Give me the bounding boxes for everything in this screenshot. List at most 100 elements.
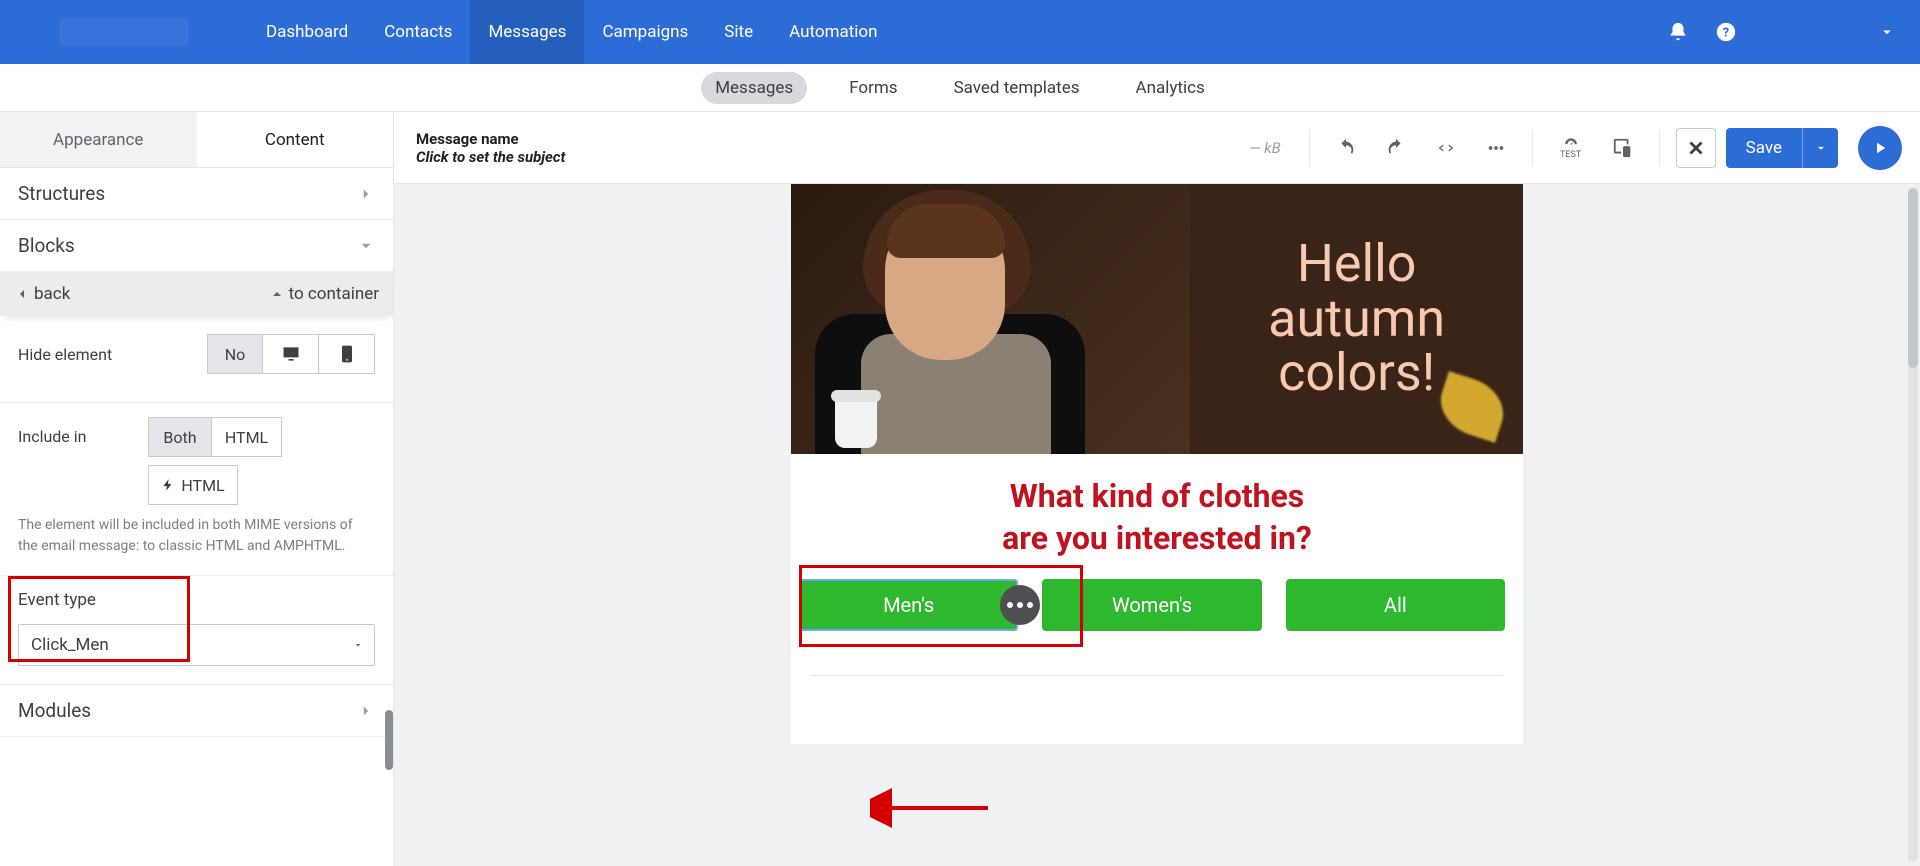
to-container-label: to container — [289, 284, 379, 304]
tab-content[interactable]: Content — [197, 112, 394, 167]
hero-block[interactable]: Hello autumn colors! — [791, 184, 1523, 454]
cta-mens-button[interactable]: Men's — [799, 579, 1018, 631]
section-blocks[interactable]: Blocks — [0, 220, 393, 272]
lightning-icon — [161, 478, 175, 492]
app-logo[interactable] — [59, 18, 189, 46]
question-block[interactable]: What kind of clothes are you interested … — [791, 454, 1523, 569]
subnav-saved-templates[interactable]: Saved templates — [940, 72, 1094, 104]
message-size: — kB — [1249, 139, 1281, 157]
help-icon: ? — [1715, 21, 1737, 43]
question-line-1: What kind of clothes — [811, 476, 1503, 518]
back-row: back to container — [0, 272, 393, 316]
test-button[interactable]: TEST — [1549, 128, 1593, 168]
hero-text: Hello autumn colors! — [1190, 184, 1523, 454]
include-in-label: Include in — [18, 417, 148, 446]
back-label: back — [34, 284, 70, 304]
desktop-icon — [281, 344, 301, 364]
email-canvas[interactable]: Hello autumn colors! What kind of clothe… — [791, 184, 1523, 744]
devices-icon — [1612, 137, 1634, 159]
event-type-panel: Event type Click_Men — [0, 576, 393, 685]
leaf-decoration — [1432, 371, 1511, 443]
top-nav: Dashboard Contacts Messages Campaigns Si… — [0, 0, 1920, 64]
event-type-select[interactable]: Click_Men — [18, 624, 375, 666]
sidebar: Appearance Content Structures Blocks bac… — [0, 112, 394, 866]
hide-no-button[interactable]: No — [207, 334, 263, 374]
message-name-label: Message name — [416, 130, 565, 148]
hide-desktop-button[interactable] — [263, 334, 319, 374]
canvas-scrollbar-thumb[interactable] — [1908, 188, 1918, 368]
nav-messages[interactable]: Messages — [470, 0, 584, 64]
save-dropdown-button[interactable] — [1802, 128, 1838, 168]
bell-icon — [1667, 21, 1689, 43]
chevron-right-icon — [357, 185, 375, 203]
cta-all-button[interactable]: All — [1286, 579, 1505, 631]
redo-icon — [1385, 137, 1407, 159]
hide-element-label: Hide element — [18, 345, 148, 364]
event-type-label: Event type — [18, 590, 375, 610]
toolbar: Message name Click to set the subject — … — [394, 112, 1920, 184]
section-structures-label: Structures — [18, 182, 105, 205]
code-icon — [1435, 137, 1457, 159]
element-menu-button[interactable] — [1000, 585, 1040, 625]
tab-appearance[interactable]: Appearance — [0, 112, 197, 167]
close-button[interactable] — [1676, 128, 1716, 168]
section-modules-label: Modules — [18, 699, 91, 722]
sidebar-tabs: Appearance Content — [0, 112, 393, 168]
include-in-group-2: HTML — [148, 465, 282, 505]
nav-site[interactable]: Site — [706, 0, 771, 64]
hero-line-2: autumn — [1268, 292, 1445, 347]
message-meta[interactable]: Message name Click to set the subject — [416, 130, 565, 166]
test-label: TEST — [1560, 150, 1581, 160]
hide-mobile-button[interactable] — [319, 334, 375, 374]
redo-button[interactable] — [1376, 128, 1416, 168]
hero-image-illustration — [791, 184, 1190, 454]
back-button[interactable]: back — [14, 284, 70, 304]
notifications-button[interactable] — [1654, 8, 1702, 56]
play-icon — [1871, 139, 1889, 157]
more-button[interactable] — [1476, 128, 1516, 168]
include-amp-html-button[interactable]: HTML — [148, 465, 238, 505]
to-container-button[interactable]: to container — [269, 284, 379, 304]
cta-womens-button[interactable]: Women's — [1042, 579, 1261, 631]
subnav-forms[interactable]: Forms — [835, 72, 911, 104]
help-button[interactable]: ? — [1702, 8, 1750, 56]
nav-campaigns[interactable]: Campaigns — [584, 0, 706, 64]
undo-icon — [1335, 137, 1357, 159]
nav-automation[interactable]: Automation — [771, 0, 895, 64]
hide-element-panel: Hide element No — [0, 316, 393, 403]
save-button[interactable]: Save — [1726, 128, 1838, 168]
preview-button[interactable] — [1603, 128, 1643, 168]
code-view-button[interactable] — [1426, 128, 1466, 168]
chevron-down-icon — [1878, 23, 1896, 41]
nav-dashboard[interactable]: Dashboard — [248, 0, 366, 64]
sidebar-scrollbar-thumb[interactable] — [385, 710, 393, 770]
include-in-group-1: Both HTML — [148, 417, 282, 457]
sub-nav: Messages Forms Saved templates Analytics — [0, 64, 1920, 112]
gauge-icon — [1561, 136, 1581, 150]
send-button[interactable] — [1858, 126, 1902, 170]
divider — [811, 675, 1503, 676]
section-modules[interactable]: Modules — [0, 685, 393, 737]
svg-text:?: ? — [1723, 26, 1729, 41]
subject-placeholder: Click to set the subject — [416, 148, 565, 166]
close-icon — [1685, 137, 1707, 159]
workspace: Appearance Content Structures Blocks bac… — [0, 112, 1920, 866]
event-type-value: Click_Men — [31, 635, 109, 655]
annotation-arrow — [870, 788, 990, 832]
subnav-messages[interactable]: Messages — [701, 72, 807, 104]
chevron-down-icon — [357, 237, 375, 255]
hide-element-group: No — [207, 334, 375, 374]
user-menu[interactable] — [1750, 23, 1920, 41]
section-structures[interactable]: Structures — [0, 168, 393, 220]
logo-slot — [0, 18, 248, 46]
chevron-down-icon — [1814, 141, 1828, 155]
include-both-button[interactable]: Both — [148, 417, 212, 457]
chevron-right-icon — [357, 702, 375, 720]
mobile-icon — [337, 344, 357, 364]
undo-button[interactable] — [1326, 128, 1366, 168]
subnav-analytics[interactable]: Analytics — [1122, 72, 1219, 104]
include-in-description: The element will be included in both MIM… — [18, 515, 375, 557]
nav-contacts[interactable]: Contacts — [366, 0, 470, 64]
include-html-button[interactable]: HTML — [212, 417, 282, 457]
canvas-scrollbar[interactable] — [1908, 188, 1918, 862]
